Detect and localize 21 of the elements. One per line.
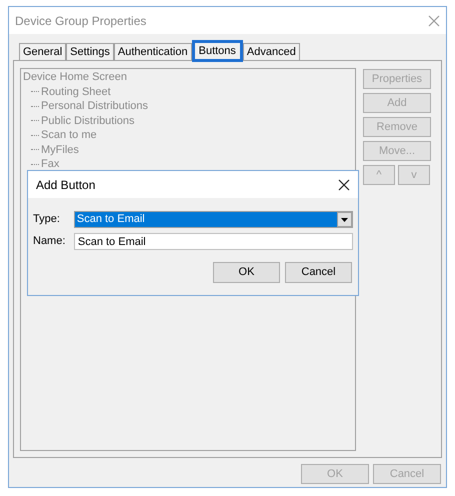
tab[interactable]: Authentication: [114, 43, 192, 60]
dialog-button[interactable]: OK: [213, 262, 280, 283]
dialog-title: Add Button: [36, 176, 96, 194]
tree-item[interactable]: MyFiles: [41, 142, 79, 157]
tree-item[interactable]: Public Distributions: [41, 114, 135, 128]
tab[interactable]: Advanced: [242, 43, 300, 60]
field-label: Name:: [33, 234, 66, 250]
tree-item[interactable]: Personal Distributions: [41, 99, 148, 114]
tab[interactable]: General: [19, 43, 66, 60]
tree-item[interactable]: Scan to me: [41, 128, 97, 142]
tree-item[interactable]: Device Home Screen: [23, 70, 353, 84]
window-title: Device Group Properties: [15, 12, 146, 30]
close-icon[interactable]: [338, 178, 350, 190]
tree-item[interactable]: Routing Sheet: [41, 84, 111, 99]
dialog-button[interactable]: Cancel: [285, 262, 352, 283]
tab[interactable]: Buttons: [192, 40, 243, 62]
type-dropdown[interactable]: Scan to Email: [74, 211, 353, 228]
name-field[interactable]: Scan to Email: [74, 233, 353, 250]
field-label: Type:: [33, 212, 61, 228]
tab[interactable]: Settings: [66, 43, 114, 60]
tree-item[interactable]: Fax: [41, 157, 60, 172]
